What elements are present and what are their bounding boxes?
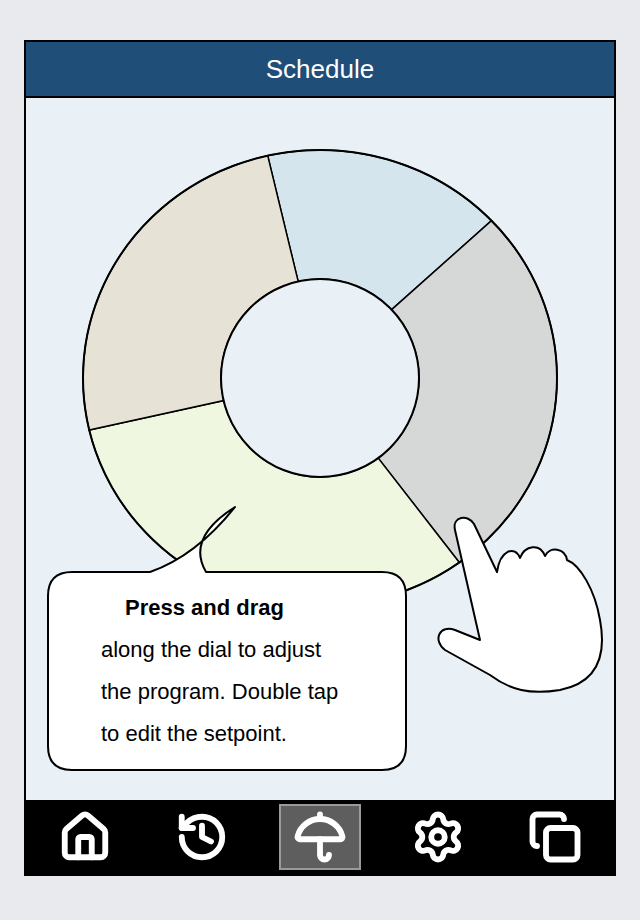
hint-line: along the dial to adjust bbox=[101, 629, 400, 671]
nav-button[interactable] bbox=[161, 804, 243, 870]
settings-gears-icon bbox=[411, 810, 465, 864]
hint-line: Press and drag bbox=[101, 587, 400, 629]
nav-button[interactable] bbox=[397, 804, 479, 870]
header-bar: Schedule bbox=[26, 42, 614, 98]
history-icon bbox=[175, 810, 229, 864]
nav-button[interactable] bbox=[44, 804, 126, 870]
device-frame: Schedule Press and dragalong the dial to … bbox=[24, 40, 616, 876]
hint-bubble-shape bbox=[48, 507, 406, 770]
hand-pointer-icon bbox=[438, 518, 602, 692]
windows-icon bbox=[528, 810, 582, 864]
schedule-content: Press and dragalong the dial to adjustth… bbox=[26, 98, 614, 800]
bottom-nav bbox=[26, 800, 614, 874]
nav-button[interactable] bbox=[279, 804, 361, 870]
app-screen: Schedule Press and dragalong the dial to … bbox=[0, 0, 640, 920]
header-title: Schedule bbox=[266, 50, 374, 89]
hint-bubble: Press and dragalong the dial to adjustth… bbox=[48, 572, 406, 770]
home-icon bbox=[58, 810, 112, 864]
hint-line: to edit the setpoint. bbox=[101, 713, 400, 755]
hint-line: the program. Double tap bbox=[101, 671, 400, 713]
vacation-umbrella-icon bbox=[293, 810, 347, 864]
dial-center bbox=[221, 279, 419, 477]
nav-button[interactable] bbox=[514, 804, 596, 870]
